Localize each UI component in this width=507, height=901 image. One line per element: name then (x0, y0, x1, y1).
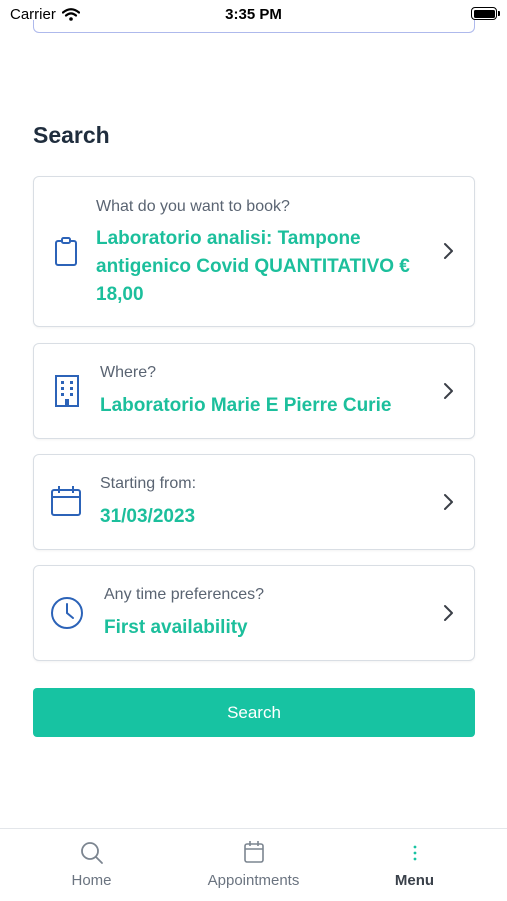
start-date-card[interactable]: Starting from: 31/03/2023 (33, 454, 475, 550)
booking-type-card[interactable]: What do you want to book? Laboratorio an… (33, 176, 475, 327)
chevron-right-icon (444, 494, 453, 510)
tab-bar: Home Appointments Menu (0, 828, 507, 901)
chevron-right-icon (444, 243, 453, 259)
clock-icon (51, 597, 83, 629)
battery-icon (471, 7, 500, 20)
tab-appointments-label: Appointments (207, 872, 300, 889)
calendar-icon (243, 841, 264, 863)
search-button[interactable]: Search (33, 688, 475, 737)
location-card[interactable]: Where? Laboratorio Marie E Pierre Curie (33, 343, 475, 439)
start-date-label: Starting from: (100, 475, 197, 492)
time-preference-value: First availability (104, 617, 248, 638)
start-date-value: 31/03/2023 (100, 506, 196, 527)
page-title: Search (33, 122, 110, 148)
booking-type-value: Laboratorio analisi: Tampone antigenico … (96, 228, 410, 305)
tab-home-label: Home (71, 872, 112, 889)
building-icon (55, 375, 79, 407)
tab-appointments[interactable]: Appointments (169, 829, 338, 901)
tab-home[interactable]: Home (7, 829, 176, 901)
calendar-icon (51, 486, 81, 516)
booking-type-label: What do you want to book? (96, 198, 290, 215)
tab-menu-label: Menu (394, 872, 435, 889)
previous-field-edge (33, 20, 475, 33)
location-label: Where? (100, 364, 157, 381)
location-value: Laboratorio Marie E Pierre Curie (100, 395, 392, 416)
tab-menu[interactable]: Menu (330, 829, 499, 901)
more-vertical-icon (413, 845, 416, 861)
chevron-right-icon (444, 383, 453, 399)
search-icon (80, 842, 103, 864)
clipboard-icon (55, 237, 77, 266)
time-preference-card[interactable]: Any time preferences? First availability (33, 565, 475, 661)
time-preference-label: Any time preferences? (104, 586, 265, 603)
chevron-right-icon (444, 605, 453, 621)
